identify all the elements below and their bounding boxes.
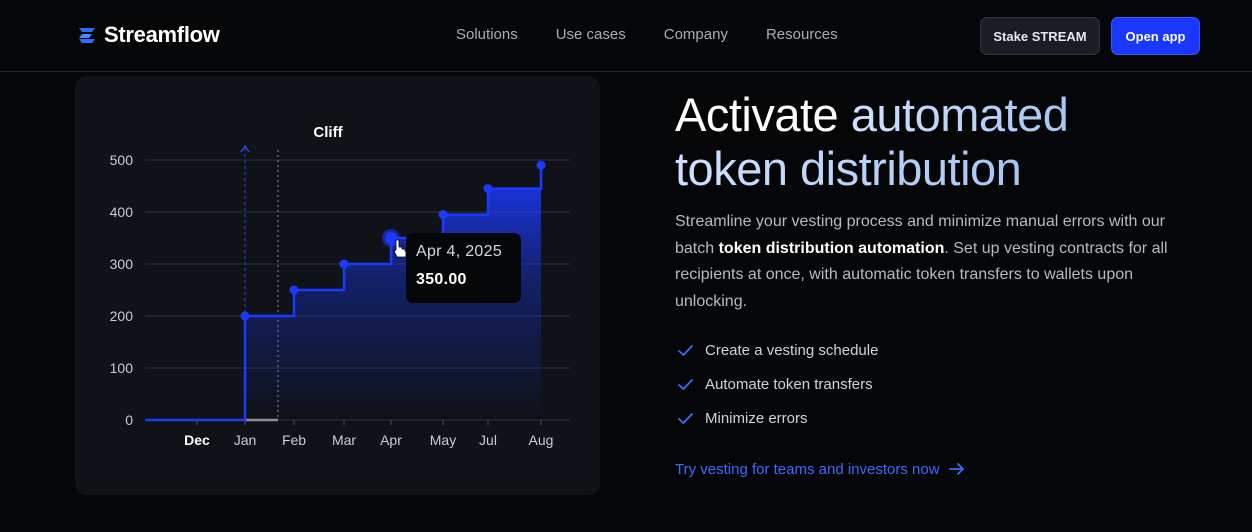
check-icon <box>678 378 693 390</box>
chart-title: Cliff <box>313 124 343 141</box>
headline-accent-2: token distribution <box>675 142 1022 195</box>
data-point <box>339 259 349 269</box>
x-tick-label: May <box>430 432 456 448</box>
logo-text: Streamflow <box>104 22 220 47</box>
y-tick-label: 300 <box>110 256 134 272</box>
data-point <box>483 184 493 194</box>
x-tick-label: Feb <box>282 432 306 448</box>
vesting-chart-card: 0 100 200 300 400 500 Dec Jan Feb Mar Apr May Jul Au… <box>75 76 600 495</box>
chart-tooltip: Apr 4, 2025 350.00 <box>406 233 521 303</box>
x-tick-label: Jan <box>234 432 257 448</box>
y-tick-label: 100 <box>110 360 134 376</box>
tooltip-value: 350.00 <box>416 271 467 288</box>
nav-use-cases[interactable]: Use cases <box>556 26 626 43</box>
headline-plain: Activate <box>675 88 851 141</box>
data-point <box>240 311 250 321</box>
hero-headline: Activate automated token distribution <box>675 88 1069 196</box>
x-tick-label: Jul <box>479 432 497 448</box>
y-tick-label: 0 <box>125 412 133 428</box>
feature-list: Create a vesting schedule Automate token… <box>677 333 878 435</box>
cta-link[interactable]: Try vesting for teams and investors now <box>675 460 966 478</box>
cta-label: Try vesting for teams and investors now <box>675 460 940 478</box>
y-tick-label: 400 <box>110 204 134 220</box>
arrow-right-icon <box>948 463 964 475</box>
hero-description: Streamline your vesting process and mini… <box>675 209 1195 315</box>
site-header: Streamflow Solutions Use cases Company R… <box>0 0 1252 72</box>
vesting-chart: 0 100 200 300 400 500 Dec Jan Feb Mar Apr May Jul Au… <box>110 124 570 448</box>
desc-bold: token distribution automation <box>718 239 945 257</box>
stake-stream-button[interactable]: Stake STREAM <box>980 17 1100 55</box>
x-tick-label: Dec <box>184 432 210 448</box>
nav-company[interactable]: Company <box>664 26 728 43</box>
y-tick-label: 500 <box>110 152 134 168</box>
open-app-button[interactable]: Open app <box>1111 17 1200 55</box>
feature-label: Automate token transfers <box>705 375 873 393</box>
check-icon <box>678 412 693 424</box>
feature-item: Create a vesting schedule <box>677 333 878 367</box>
feature-label: Create a vesting schedule <box>705 341 879 359</box>
data-point <box>385 232 397 244</box>
x-tick-label: Aug <box>529 432 554 448</box>
feature-item: Minimize errors <box>677 401 878 435</box>
feature-item: Automate token transfers <box>677 367 878 401</box>
feature-label: Minimize errors <box>705 409 808 427</box>
x-tick-label: Mar <box>332 432 356 448</box>
data-point <box>536 160 546 170</box>
x-tick-label: Apr <box>380 432 402 448</box>
main-nav: Solutions Use cases Company Resources <box>456 26 838 43</box>
data-point <box>438 210 448 220</box>
check-icon <box>678 344 693 356</box>
nav-resources[interactable]: Resources <box>766 26 838 43</box>
headline-accent-1: automated <box>850 88 1069 141</box>
y-tick-label: 200 <box>110 308 134 324</box>
streamflow-logo-icon <box>79 28 95 43</box>
tooltip-date: Apr 4, 2025 <box>416 243 503 260</box>
logo[interactable]: Streamflow <box>76 22 220 48</box>
data-point <box>289 285 299 295</box>
nav-solutions[interactable]: Solutions <box>456 26 518 43</box>
